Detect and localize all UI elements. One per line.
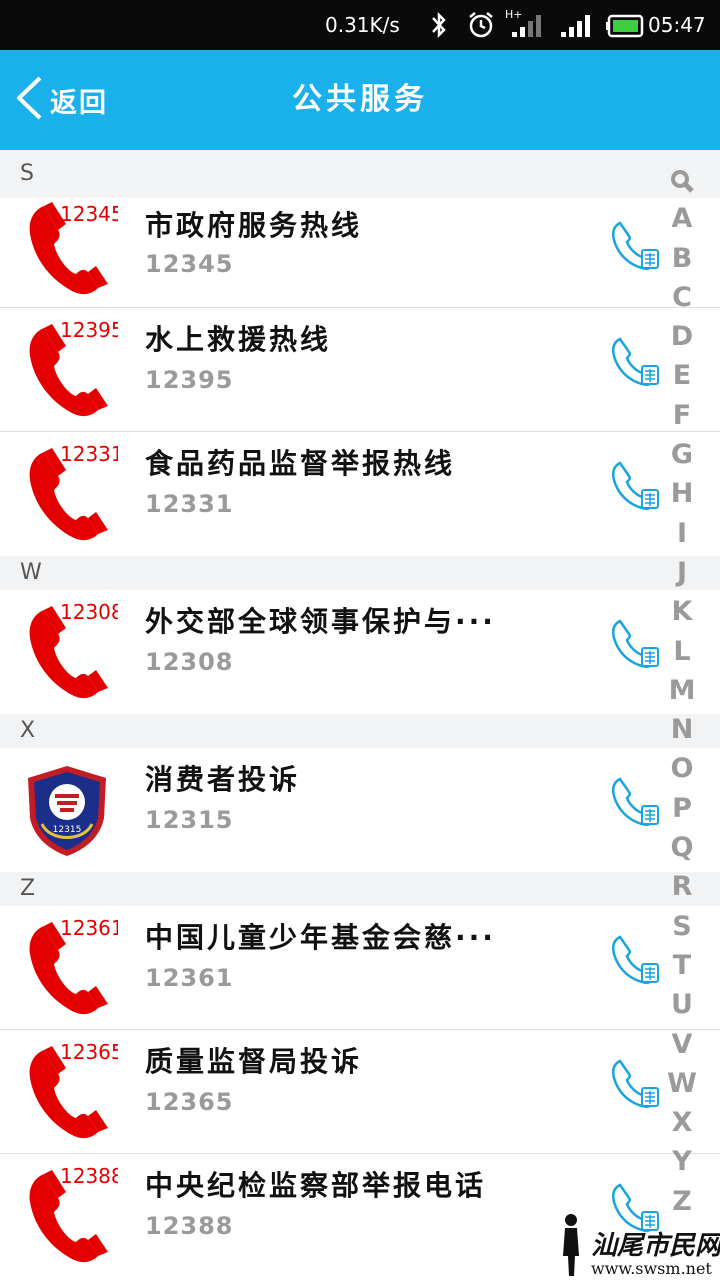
call-button[interactable] xyxy=(610,618,662,670)
watermark-logo: 汕尾市民网 www.swsm.net xyxy=(555,1206,720,1280)
list-item[interactable]: 12395 水上救援热线 12395 xyxy=(0,308,720,432)
index-letter-j[interactable]: J xyxy=(662,553,702,592)
call-button[interactable] xyxy=(610,220,662,272)
list-item[interactable]: 12345 市政府服务热线 12345 xyxy=(0,198,720,308)
service-name: 中国儿童少年基金会慈··· xyxy=(145,921,496,954)
service-name: 食品药品监督举报热线 xyxy=(145,447,456,480)
index-letter-h[interactable]: H xyxy=(662,474,702,513)
index-letter-b[interactable]: B xyxy=(662,239,702,278)
call-button[interactable] xyxy=(610,934,662,986)
index-letter-u[interactable]: U xyxy=(662,985,702,1024)
index-letter-k[interactable]: K xyxy=(662,592,702,631)
net-speed: 0.31K/s xyxy=(325,13,400,37)
section-header: W xyxy=(0,556,720,590)
watermark-title: 汕尾市民网 xyxy=(591,1231,720,1261)
service-number: 12315 xyxy=(145,806,234,834)
service-name: 中央纪检监察部举报电话 xyxy=(145,1169,487,1202)
section-header: X xyxy=(0,714,720,748)
alarm-icon xyxy=(466,10,496,45)
index-letter-l[interactable]: L xyxy=(662,632,702,671)
index-letter-y[interactable]: Y xyxy=(662,1142,702,1181)
index-letter-f[interactable]: F xyxy=(662,396,702,435)
list-item[interactable]: 12315 消费者投诉 12315 xyxy=(0,748,720,872)
list-item[interactable]: 12331 食品药品监督举报热线 12331 xyxy=(0,432,720,556)
phone-badge-number: 12361 xyxy=(60,916,118,940)
watermark-url: www.swsm.net xyxy=(591,1259,712,1278)
index-letter-x[interactable]: X xyxy=(662,1103,702,1142)
service-name: 质量监督局投诉 xyxy=(145,1045,363,1078)
phone-badge-number: 12345 xyxy=(60,202,118,226)
index-letter-o[interactable]: O xyxy=(662,749,702,788)
list-item[interactable]: 12308 外交部全球领事保护与··· 12308 xyxy=(0,590,720,714)
index-letter-w[interactable]: W xyxy=(662,1064,702,1103)
bluetooth-icon xyxy=(428,10,450,45)
index-letter-p[interactable]: P xyxy=(662,789,702,828)
consumer-emblem-icon: 12315 xyxy=(22,762,122,862)
index-letter-q[interactable]: Q xyxy=(662,828,702,867)
index-letter-m[interactable]: M xyxy=(662,671,702,710)
list-item[interactable]: 12365 质量监督局投诉 12365 xyxy=(0,1030,720,1154)
service-name: 外交部全球领事保护与··· xyxy=(145,605,496,638)
index-letter-a[interactable]: A xyxy=(662,199,702,238)
call-button[interactable] xyxy=(610,460,662,512)
list-item[interactable]: 12361 中国儿童少年基金会慈··· 12361 xyxy=(0,906,720,1030)
phone-badge-number: 12395 xyxy=(60,318,118,342)
service-name: 消费者投诉 xyxy=(145,763,301,796)
service-number: 12331 xyxy=(145,490,234,518)
header-bar: 公共服务 返回 xyxy=(0,50,720,150)
index-letter-g[interactable]: G xyxy=(662,435,702,474)
index-letter-e[interactable]: E xyxy=(662,356,702,395)
page-title: 公共服务 xyxy=(292,82,428,117)
service-name: 水上救援热线 xyxy=(145,323,332,356)
phone-badge-number: 12388 xyxy=(60,1164,118,1188)
index-letter-v[interactable]: V xyxy=(662,1025,702,1064)
call-button[interactable] xyxy=(610,1058,662,1110)
emblem-number: 12315 xyxy=(53,825,82,835)
index-letter-d[interactable]: D xyxy=(662,317,702,356)
service-number: 12388 xyxy=(145,1212,234,1240)
phone-badge-number: 12308 xyxy=(60,600,118,624)
service-number: 12308 xyxy=(145,648,234,676)
section-header: Z xyxy=(0,872,720,906)
index-letter-r[interactable]: R xyxy=(662,867,702,906)
status-bar: 0.31K/s H+ 05:47 xyxy=(0,0,720,50)
service-number: 12345 xyxy=(145,250,234,278)
call-button[interactable] xyxy=(610,776,662,828)
index-letter-t[interactable]: T xyxy=(662,946,702,985)
signal-icon-2 xyxy=(560,12,596,43)
index-letter-c[interactable]: C xyxy=(662,278,702,317)
service-name: 市政府服务热线 xyxy=(145,209,363,242)
battery-icon xyxy=(606,14,646,43)
service-number: 12365 xyxy=(145,1088,234,1116)
phone-badge-number: 12365 xyxy=(60,1040,118,1064)
signal-icon xyxy=(510,12,548,43)
phone-badge-number: 12331 xyxy=(60,442,118,466)
index-search-icon[interactable] xyxy=(662,160,702,199)
chevron-left-icon xyxy=(14,75,44,125)
service-number: 12361 xyxy=(145,964,234,992)
back-button[interactable]: 返回 xyxy=(14,50,108,150)
index-letter-i[interactable]: I xyxy=(662,514,702,553)
clock: 05:47 xyxy=(648,13,706,37)
section-header: S xyxy=(0,150,720,198)
call-button[interactable] xyxy=(610,336,662,388)
index-letter-n[interactable]: N xyxy=(662,710,702,749)
back-label: 返回 xyxy=(50,87,108,119)
service-number: 12395 xyxy=(145,366,234,394)
alphabet-index-bar[interactable]: ABCDEFGHIJKLMNOPQRSTUVWXYZ xyxy=(662,160,702,1221)
index-letter-s[interactable]: S xyxy=(662,907,702,946)
service-list: S 12345 市政府服务热线 12345 12395 水上救援热线 12395… xyxy=(0,150,720,1278)
